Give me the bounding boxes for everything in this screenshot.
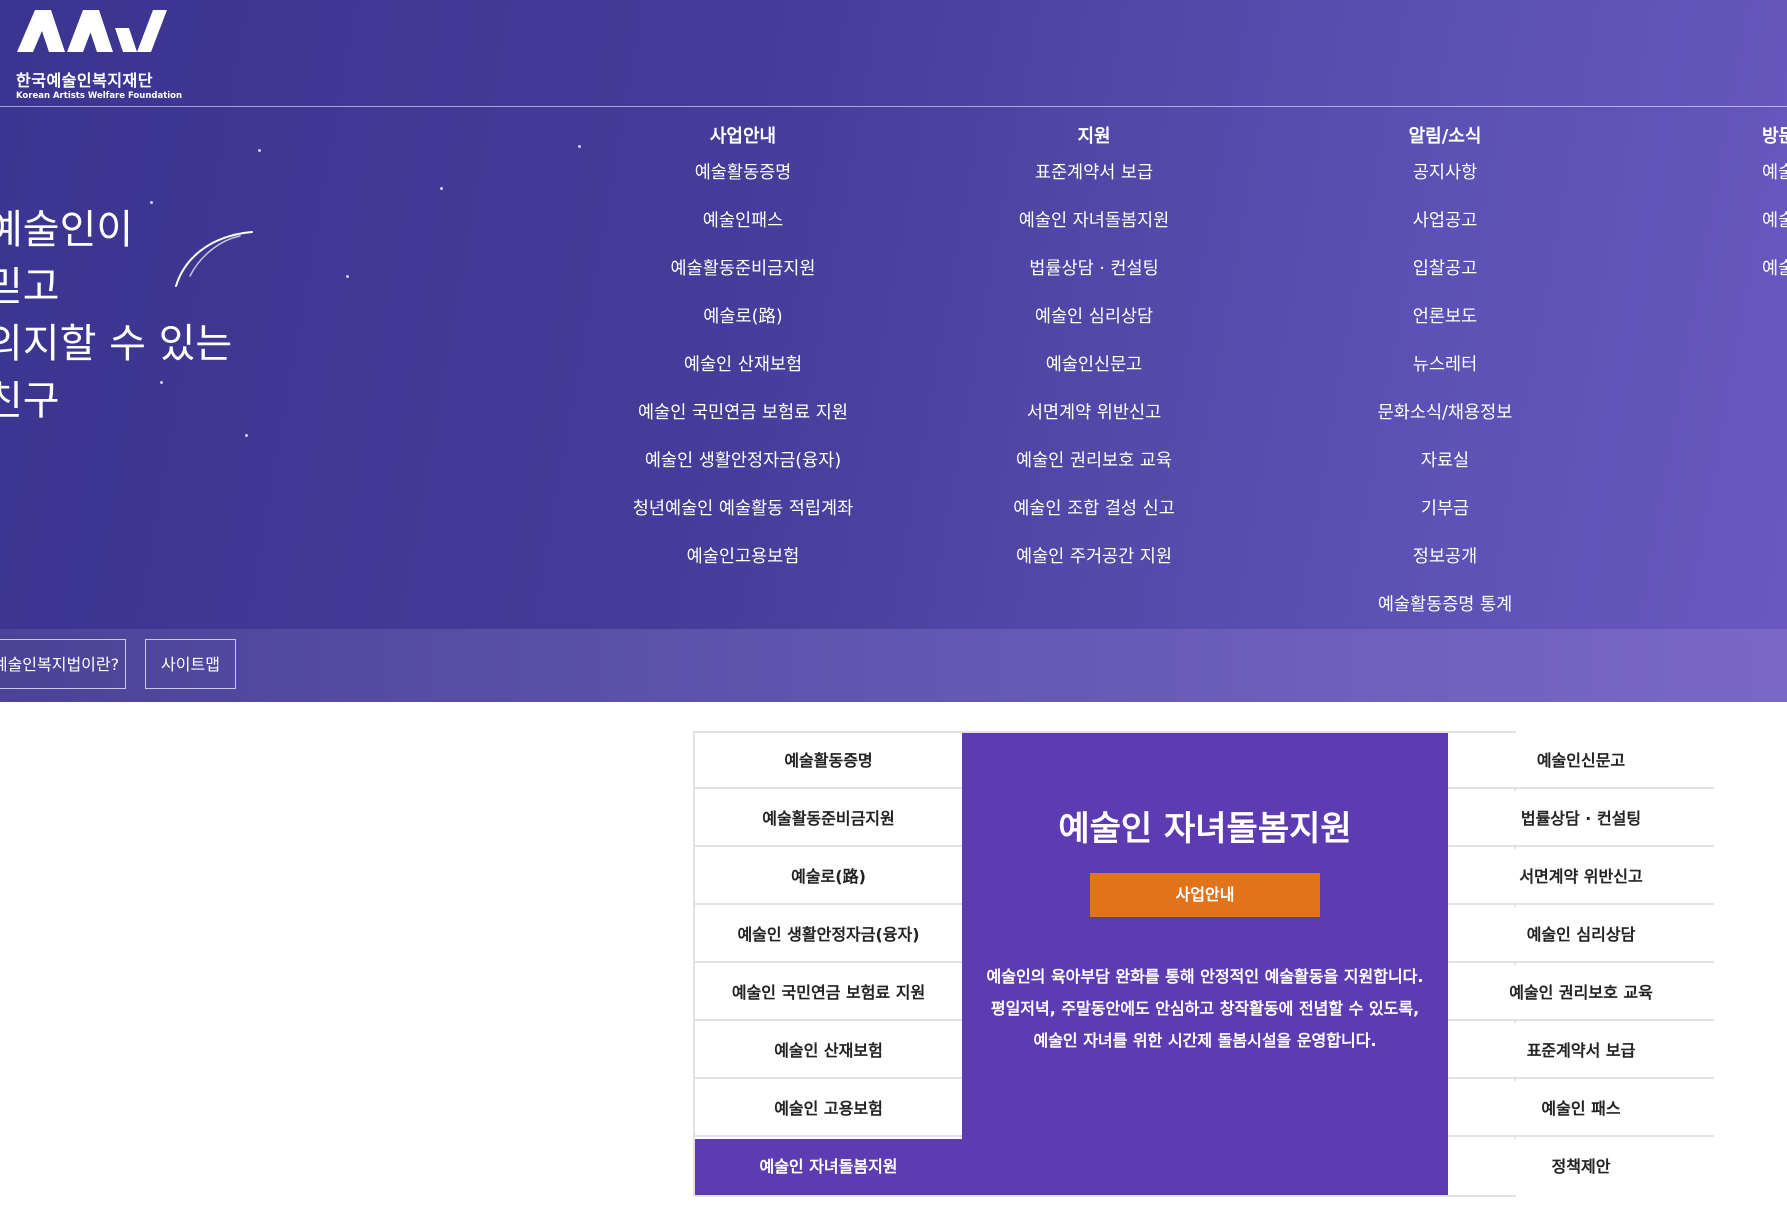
slogan-line: 믿고 xyxy=(0,264,60,310)
menu-column-support: 지원 표준계약서 보급 예술인 자녀돌봄지원 법률상담 · 컨설팅 예술인 심리… xyxy=(929,118,1259,588)
service-tab[interactable]: 서면계약 위반신고 xyxy=(1448,849,1714,905)
service-tab[interactable]: 예술활동준비금지원 xyxy=(695,791,962,847)
site-logo[interactable]: 한국예술인복지재단 Korean Artists Welfare Foundat… xyxy=(15,8,182,101)
sitemap-button[interactable]: 사이트맵 xyxy=(145,639,236,689)
menu-item[interactable]: 정보공개 xyxy=(1280,540,1610,588)
service-tab[interactable]: 예술인 국민연금 보험료 지원 xyxy=(695,965,962,1021)
menu-item[interactable]: 예술 xyxy=(1762,156,1787,204)
logo-name-ko: 한국예술인복지재단 xyxy=(16,71,153,90)
slogan-line: 의지할 수 있는 xyxy=(0,321,233,367)
menu-item[interactable]: 예술 xyxy=(1762,252,1787,300)
menu-column-business: 사업안내 예술활동증명 예술인패스 예술활동준비금지원 예술로(路) 예술인 산… xyxy=(578,118,908,588)
hero-slogan: 예술인이 믿고 의지할 수 있는 친구 xyxy=(0,202,232,430)
logo-name-en: Korean Artists Welfare Foundation xyxy=(16,91,183,101)
menu-item[interactable]: 공지사항 xyxy=(1280,156,1610,204)
menu-item[interactable]: 자료실 xyxy=(1280,444,1610,492)
menu-item[interactable]: 입찰공고 xyxy=(1280,252,1610,300)
menu-item[interactable]: 예술활동증명 xyxy=(578,156,908,204)
menu-column-visit: 방문 예술 예술 예술 xyxy=(1762,118,1787,300)
menu-item[interactable]: 사업공고 xyxy=(1280,204,1610,252)
menu-item[interactable]: 표준계약서 보급 xyxy=(929,156,1259,204)
services-grid: 예술활동증명 예술활동준비금지원 예술로(路) 예술인 생활안정자금(융자) 예… xyxy=(693,731,1714,1197)
star-decoration xyxy=(346,275,349,278)
menu-item[interactable]: 예술인신문고 xyxy=(929,348,1259,396)
menu-item[interactable]: 예술인 국민연금 보험료 지원 xyxy=(578,396,908,444)
menu-item[interactable]: 예술인 생활안정자금(융자) xyxy=(578,444,908,492)
service-tab[interactable]: 정책제안 xyxy=(1448,1139,1714,1195)
service-tab-active[interactable]: 예술인 자녀돌봄지원 xyxy=(695,1139,962,1195)
service-tab[interactable]: 예술인 권리보호 교육 xyxy=(1448,965,1714,1021)
site-header: 한국예술인복지재단 Korean Artists Welfare Foundat… xyxy=(0,0,1787,107)
service-tab[interactable]: 예술인 고용보험 xyxy=(695,1081,962,1137)
feature-panel: 예술인 자녀돌봄지원 사업안내 예술인의 육아부담 완화를 통해 안정적인 예술… xyxy=(962,733,1448,1195)
menu-column-news: 알림/소식 공지사항 사업공고 입찰공고 언론보도 뉴스레터 문화소식/채용정보… xyxy=(1280,118,1610,636)
menu-title[interactable]: 방문 xyxy=(1762,118,1787,156)
slogan-line: 예술인이 xyxy=(0,207,134,253)
service-tab[interactable]: 예술인 산재보험 xyxy=(695,1023,962,1079)
service-tab[interactable]: 예술인 패스 xyxy=(1448,1081,1714,1137)
menu-item[interactable]: 예술인 권리보호 교육 xyxy=(929,444,1259,492)
service-tab[interactable]: 법률상담 · 컨설팅 xyxy=(1448,791,1714,847)
menu-item[interactable]: 예술인패스 xyxy=(578,204,908,252)
menu-item[interactable]: 예술로(路) xyxy=(578,300,908,348)
service-tab[interactable]: 예술인신문고 xyxy=(1448,733,1714,789)
menu-title[interactable]: 알림/소식 xyxy=(1280,118,1610,156)
service-tab[interactable]: 표준계약서 보급 xyxy=(1448,1023,1714,1079)
menu-title[interactable]: 지원 xyxy=(929,118,1259,156)
kawf-logo-icon xyxy=(17,10,167,52)
service-tab[interactable]: 예술활동증명 xyxy=(695,733,962,789)
menu-item[interactable]: 예술인고용보험 xyxy=(578,540,908,588)
feature-desc-line: 예술인의 육아부담 완화를 통해 안정적인 예술활동을 지원합니다. xyxy=(986,967,1424,986)
star-decoration xyxy=(245,434,248,437)
service-tab[interactable]: 예술인 생활안정자금(융자) xyxy=(695,907,962,963)
menu-item[interactable]: 기부금 xyxy=(1280,492,1610,540)
welfare-law-button[interactable]: 예술인복지법이란? xyxy=(0,639,126,689)
menu-item[interactable]: 언론보도 xyxy=(1280,300,1610,348)
star-decoration xyxy=(258,149,261,152)
menu-item[interactable]: 예술활동준비금지원 xyxy=(578,252,908,300)
service-tab[interactable]: 예술인 심리상담 xyxy=(1448,907,1714,963)
feature-desc-line: 예술인 자녀를 위한 시간제 돌봄시설을 운영합니다. xyxy=(1033,1031,1377,1050)
menu-item[interactable]: 서면계약 위반신고 xyxy=(929,396,1259,444)
menu-item[interactable]: 예술 xyxy=(1762,204,1787,252)
feature-description: 예술인의 육아부담 완화를 통해 안정적인 예술활동을 지원합니다. 평일저녁,… xyxy=(962,961,1448,1057)
service-tab[interactable]: 예술로(路) xyxy=(695,849,962,905)
feature-desc-line: 평일저녁, 주말동안에도 안심하고 창작활동에 전념할 수 있도록, xyxy=(990,999,1420,1018)
menu-item[interactable]: 법률상담 · 컨설팅 xyxy=(929,252,1259,300)
slogan-line: 친구 xyxy=(0,378,60,424)
menu-item[interactable]: 청년예술인 예술활동 적립계좌 xyxy=(578,492,908,540)
menu-item[interactable]: 예술인 자녀돌봄지원 xyxy=(929,204,1259,252)
menu-item[interactable]: 예술인 심리상담 xyxy=(929,300,1259,348)
menu-item[interactable]: 예술인 산재보험 xyxy=(578,348,908,396)
menu-item[interactable]: 예술인 주거공간 지원 xyxy=(929,540,1259,588)
menu-item[interactable]: 예술인 조합 결성 신고 xyxy=(929,492,1259,540)
hero-sub-bar: 예술인복지법이란? 사이트맵 xyxy=(0,629,1787,702)
business-info-button[interactable]: 사업안내 xyxy=(1090,873,1320,917)
menu-item[interactable]: 뉴스레터 xyxy=(1280,348,1610,396)
menu-item[interactable]: 문화소식/채용정보 xyxy=(1280,396,1610,444)
hero-section: 한국예술인복지재단 Korean Artists Welfare Foundat… xyxy=(0,0,1787,702)
menu-title[interactable]: 사업안내 xyxy=(578,118,908,156)
feature-title: 예술인 자녀돌봄지원 xyxy=(1058,809,1352,849)
star-decoration xyxy=(440,187,443,190)
